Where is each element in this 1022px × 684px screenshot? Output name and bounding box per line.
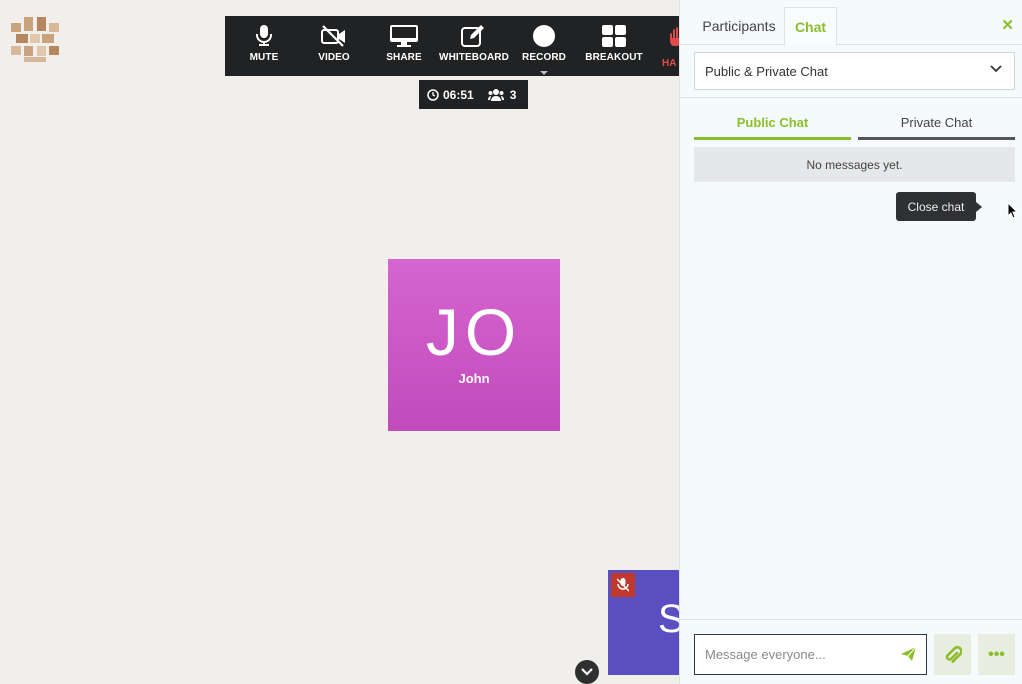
whiteboard-button[interactable]: WHITEBOARD <box>439 16 509 76</box>
close-icon[interactable]: ✕ <box>1001 16 1014 34</box>
scroll-down-button[interactable] <box>575 660 599 684</box>
record-button[interactable]: RECORD <box>509 16 579 76</box>
meeting-timer: 06:51 <box>443 87 474 102</box>
participant-tile-secondary[interactable]: S <box>608 570 679 675</box>
message-input[interactable] <box>705 647 890 662</box>
muted-indicator <box>611 573 635 597</box>
divider <box>680 97 1022 98</box>
participant-initial: S <box>658 597 679 641</box>
participant-name: John <box>458 370 490 386</box>
chevron-down-icon <box>990 65 1002 73</box>
breakout-label: BREAKOUT <box>585 52 643 63</box>
meeting-stage: MUTE VIDEO SHARE WHITEBOARD RECORD BREAK… <box>0 0 679 684</box>
video-button[interactable]: VIDEO <box>299 16 369 76</box>
clock-icon <box>427 88 439 101</box>
close-chat-tooltip: Close chat <box>896 192 982 221</box>
divider <box>680 619 1022 620</box>
tab-private-chat[interactable]: Private Chat <box>858 108 1015 140</box>
chat-mode-select[interactable]: Public & Private Chat <box>694 52 1015 90</box>
tab-participants[interactable]: Participants <box>689 7 789 45</box>
mute-label: MUTE <box>249 52 279 63</box>
chat-panel: Participants Chat ✕ Public & Private Cha… <box>679 0 1022 684</box>
more-options-button[interactable]: ••• <box>978 634 1015 675</box>
grid-icon <box>602 25 626 47</box>
participants-icon <box>487 88 504 101</box>
video-label: VIDEO <box>318 52 350 63</box>
meeting-status-bar: 06:51 3 <box>419 80 528 109</box>
monitor-icon <box>390 25 418 47</box>
participant-initials: JO <box>425 294 523 369</box>
microphone-muted-icon <box>617 578 629 592</box>
panel-tabs: Participants Chat ✕ <box>680 0 1022 46</box>
mute-button[interactable]: MUTE <box>229 16 299 76</box>
meeting-toolbar: MUTE VIDEO SHARE WHITEBOARD RECORD BREAK… <box>225 16 679 76</box>
empty-chat-message: No messages yet. <box>694 147 1015 182</box>
microphone-icon <box>256 25 272 46</box>
mouse-cursor-icon <box>1007 202 1018 219</box>
participant-tile-john[interactable]: JO John <box>388 259 560 431</box>
participant-count: 3 <box>509 87 517 102</box>
raise-hand-icon[interactable] <box>670 26 679 46</box>
tab-public-chat[interactable]: Public Chat <box>694 108 851 140</box>
paperclip-icon <box>945 645 962 663</box>
whiteboard-label: WHITEBOARD <box>439 52 509 63</box>
ellipsis-icon: ••• <box>988 645 1005 663</box>
message-input-box <box>694 634 927 675</box>
send-icon[interactable] <box>901 647 916 661</box>
app-logo <box>11 17 59 62</box>
attach-button[interactable] <box>934 634 971 675</box>
share-label: SHARE <box>386 52 422 63</box>
tab-chat[interactable]: Chat <box>784 7 837 46</box>
record-icon <box>533 25 555 47</box>
breakout-button[interactable]: BREAKOUT <box>579 16 649 76</box>
edit-icon <box>461 25 484 47</box>
record-label: RECORD <box>522 52 566 63</box>
chat-mode-value: Public & Private Chat <box>705 63 828 79</box>
chevron-down-icon <box>581 668 593 676</box>
share-button[interactable]: SHARE <box>369 16 439 76</box>
raise-hand-label: HA <box>662 58 677 69</box>
record-caret-icon <box>540 71 548 75</box>
video-off-icon <box>321 25 345 47</box>
